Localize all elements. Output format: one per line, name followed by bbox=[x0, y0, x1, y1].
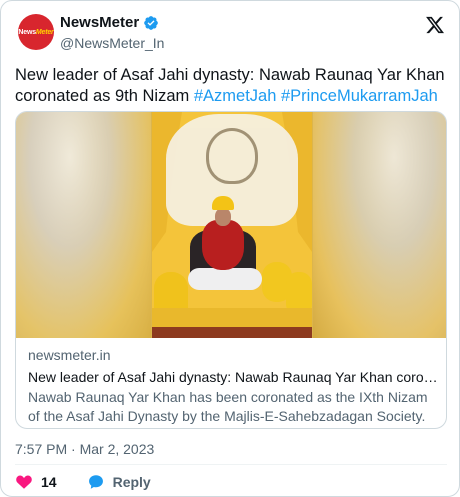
display-name[interactable]: NewsMeter bbox=[60, 14, 139, 32]
coronation-photo bbox=[152, 112, 312, 338]
tweet-card: NewsMeter NewsMeter @NewsMeter_In New le… bbox=[0, 0, 460, 497]
verified-badge-icon bbox=[144, 16, 159, 30]
reply-bubble-icon bbox=[88, 475, 103, 489]
avatar-logo: NewsMeter bbox=[18, 28, 54, 36]
divider bbox=[15, 464, 447, 465]
image-blur-right bbox=[313, 112, 446, 338]
hashtag-princemukarramjah[interactable]: #PrinceMukarramJah bbox=[281, 87, 438, 105]
reply-button[interactable]: Reply bbox=[87, 473, 151, 491]
tweet-timestamp[interactable]: 7:57 PM · Mar 2, 2023 bbox=[15, 441, 154, 457]
person-face bbox=[215, 208, 231, 226]
link-title: New leader of Asaf Jahi dynasty: Nawab R… bbox=[28, 369, 438, 385]
reply-label: Reply bbox=[112, 474, 151, 490]
link-domain: newsmeter.in bbox=[28, 347, 111, 363]
person-legs bbox=[188, 268, 262, 290]
person-turban bbox=[212, 196, 234, 210]
x-logo-icon[interactable] bbox=[425, 15, 445, 35]
flower-garland bbox=[202, 220, 244, 270]
hashtag-azmetjah[interactable]: #AzmetJah bbox=[194, 87, 277, 105]
image-blur-left bbox=[16, 112, 151, 338]
handle[interactable]: @NewsMeter_In bbox=[60, 34, 164, 52]
emblem-crest bbox=[206, 128, 258, 184]
like-button[interactable]: 14 bbox=[15, 473, 57, 491]
link-preview-card[interactable]: newsmeter.in New leader of Asaf Jahi dyn… bbox=[15, 111, 447, 429]
link-preview-image[interactable] bbox=[16, 112, 446, 338]
carpet-border bbox=[152, 327, 312, 338]
link-meta: newsmeter.in New leader of Asaf Jahi dyn… bbox=[28, 346, 438, 426]
tweet-actions: 14 Reply bbox=[15, 472, 181, 492]
like-count: 14 bbox=[41, 474, 57, 490]
link-description: Nawab Raunaq Yar Khan has been coronated… bbox=[28, 389, 428, 424]
avatar[interactable]: NewsMeter bbox=[18, 14, 54, 50]
tweet-text: New leader of Asaf Jahi dynasty: Nawab R… bbox=[15, 65, 451, 107]
heart-icon bbox=[16, 475, 32, 489]
author-block: NewsMeter @NewsMeter_In bbox=[60, 14, 164, 52]
tweet-header: NewsMeter NewsMeter @NewsMeter_In bbox=[15, 11, 447, 55]
name-row: NewsMeter bbox=[60, 14, 164, 32]
